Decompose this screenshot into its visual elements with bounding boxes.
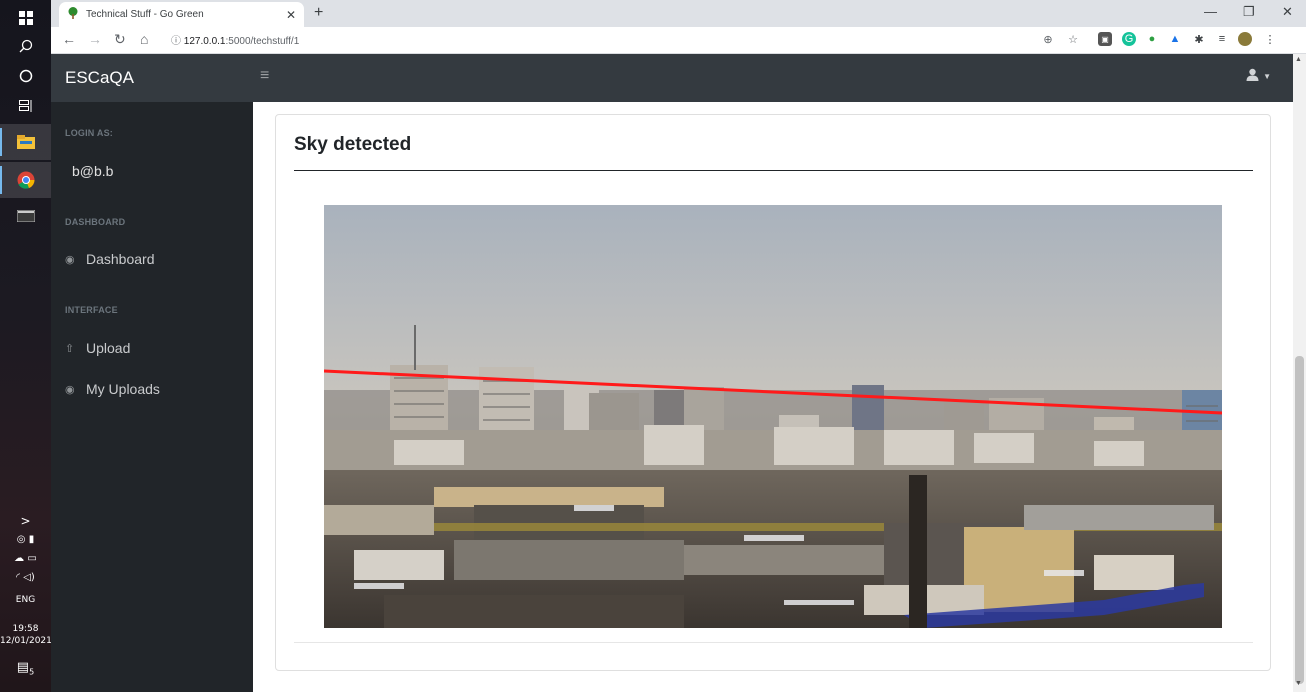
sidebar-toggle-icon[interactable]: ≡ [260,67,269,85]
browser-tabstrip: Technical Stuff - Go Green ✕ + — ❐ ✕ [51,0,1306,27]
result-card: Sky detected [275,114,1271,671]
onedrive-icon[interactable]: ☁ [14,553,24,564]
extensions-puzzle-icon[interactable]: ✱ [1192,32,1206,46]
card-title: Sky detected [294,134,412,155]
scroll-down-arrow-icon[interactable]: ▼ [1295,680,1302,687]
file-explorer-icon[interactable] [0,124,51,160]
home-icon[interactable]: ⌂ [140,31,148,47]
url-path: :5000/techstuff/1 [225,36,300,47]
scroll-up-arrow-icon[interactable]: ▲ [1295,56,1302,63]
card-footer-divider [294,642,1253,643]
tachometer-icon: ◉ [65,253,75,266]
user-dropdown[interactable]: ▼ [1246,68,1271,84]
sidebar-user-email: b@b.b [72,163,114,179]
volume-icon[interactable]: ◁) [23,572,35,583]
zoom-icon[interactable]: ⊕ [1041,32,1055,46]
new-tab-button[interactable]: + [314,4,323,22]
sidebar-item-label: Dashboard [86,251,155,267]
browser-tab[interactable]: Technical Stuff - Go Green ✕ [59,2,304,27]
language-indicator[interactable]: ENG [0,595,51,605]
battery-icon[interactable]: ▭ [27,553,36,564]
maximize-icon[interactable]: ❐ [1243,4,1255,20]
scrollbar-thumb[interactable] [1295,356,1304,684]
back-arrow-icon[interactable]: ← [62,31,76,47]
sidebar-item-upload[interactable]: ⇧ Upload [65,340,130,356]
notification-center-icon[interactable]: ▤5 [0,660,51,677]
url-host: 127.0.0.1 [183,36,226,47]
sidebar-item-label: Upload [86,340,131,356]
evernote-icon[interactable]: ● [1145,32,1159,46]
extension-print-icon[interactable]: ▲ [1168,32,1182,46]
browser-toolbar: ← → ↻ ⌂ ⓘ 127.0.0.1:5000/techstuff/1 ⊕ ☆… [51,27,1306,54]
wifi-icon[interactable]: ◜ [16,572,20,583]
tree-favicon-icon [67,6,79,24]
grammarly-icon[interactable]: G [1122,32,1136,46]
user-icon [1246,68,1259,84]
brand-logo[interactable]: ESCaQA [65,68,134,88]
profile-avatar[interactable] [1238,32,1252,46]
title-divider [294,170,1253,171]
tab-close-icon[interactable]: ✕ [286,8,296,22]
sidebar-item-dashboard[interactable]: ◉ Dashboard [65,251,155,267]
windows-taskbar: > ◎ ▮ ☁ ▭ ◜ ◁) ENG 19:58 12/01/2021 ▤5 [0,0,52,692]
info-icon[interactable]: ⓘ [171,36,181,47]
tray-icons-row-2[interactable]: ☁ ▭ [0,553,51,564]
bookmark-star-icon[interactable]: ☆ [1066,32,1080,46]
terminal-icon[interactable] [0,198,51,234]
caret-down-icon: ▼ [1263,71,1271,81]
reading-list-icon[interactable]: ≡ [1215,32,1229,46]
close-window-icon[interactable]: ✕ [1282,4,1293,20]
sidebar-item-label: My Uploads [86,381,160,397]
sidebar-heading-login: LOGIN AS: [65,128,113,138]
reload-icon[interactable]: ↻ [114,31,126,48]
forward-arrow-icon[interactable]: → [88,31,102,47]
tab-title: Technical Stuff - Go Green [86,9,204,20]
microphone-icon[interactable]: ▮ [29,534,35,545]
notification-glyph: ▤ [16,660,30,675]
clock-time[interactable]: 19:58 [0,624,51,634]
extension-screenshot-icon[interactable]: ▣ [1098,32,1112,46]
city-skyline-photo [324,205,1222,628]
meet-now-icon[interactable]: ◎ [17,534,26,545]
tray-chevron[interactable]: > [0,514,51,528]
task-view-icon[interactable] [0,88,51,124]
app-navbar: ESCaQA ≡ ▼ [51,54,1293,102]
tray-icons-row-1[interactable]: ◎ ▮ [0,534,51,545]
main-content: Sky detected [253,102,1293,692]
address-bar[interactable]: ⓘ 127.0.0.1:5000/techstuff/1 [171,32,299,47]
page-scrollbar[interactable]: ▲ ▼ [1293,54,1306,692]
sidebar: LOGIN AS: b@b.b DASHBOARD ◉ Dashboard IN… [51,102,253,692]
chrome-icon[interactable] [0,162,51,198]
notification-count: 5 [29,667,35,677]
sidebar-item-my-uploads[interactable]: ◉ My Uploads [65,381,160,397]
upload-icon: ⇧ [65,342,75,355]
sidebar-heading-dashboard: DASHBOARD [65,217,126,227]
chrome-menu-icon[interactable]: ⋮ [1263,32,1277,46]
minimize-icon[interactable]: — [1204,4,1217,19]
sidebar-heading-interface: INTERFACE [65,305,118,315]
tray-icons-row-3[interactable]: ◜ ◁) [0,572,51,583]
tachometer-icon: ◉ [65,383,75,396]
skyline-illustration [324,205,1222,628]
clock-date[interactable]: 12/01/2021 [0,636,52,646]
